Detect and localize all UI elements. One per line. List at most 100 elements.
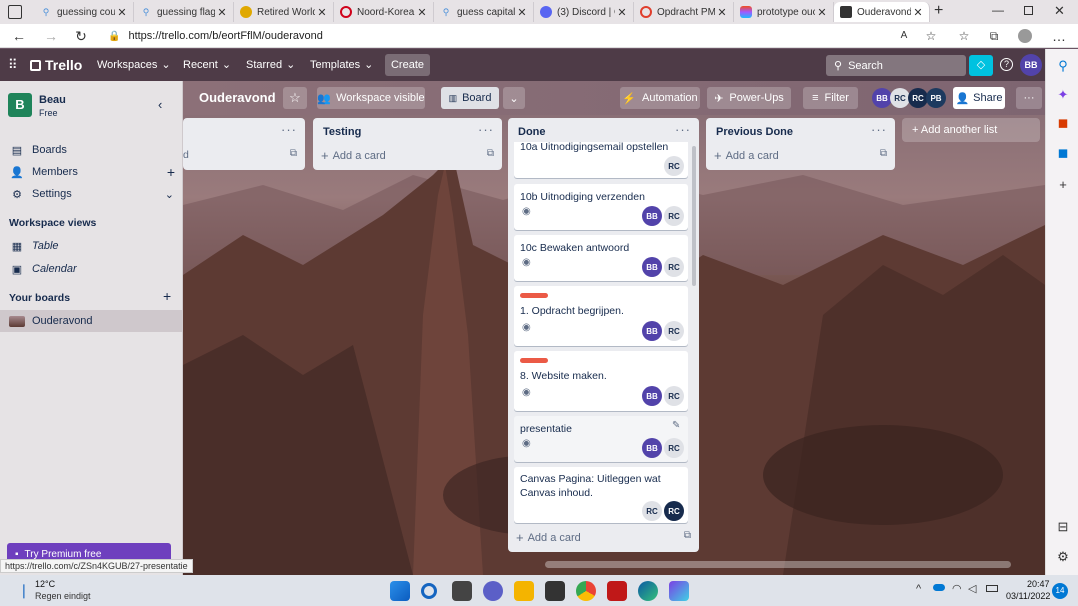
favorite-icon[interactable]: ☆ [922, 27, 940, 45]
store-icon[interactable] [545, 581, 565, 601]
trello-logo[interactable]: Trello [30, 56, 82, 74]
office-icon[interactable]: ◼ [1055, 115, 1071, 131]
close-window-icon[interactable]: ✕ [1054, 3, 1065, 19]
restore-icon[interactable] [1024, 6, 1033, 15]
forward-icon[interactable]: → [42, 27, 60, 45]
new-tab-icon[interactable]: + [934, 2, 943, 20]
weather-temp[interactable]: 12°C [35, 579, 55, 589]
star-button[interactable]: ☆ [283, 87, 307, 109]
taskview-icon[interactable] [452, 581, 472, 601]
board-horizontal-scrollbar[interactable] [545, 561, 1011, 568]
board-title[interactable]: Ouderavond [199, 90, 276, 105]
chrome-icon[interactable] [576, 581, 596, 601]
url-field[interactable]: 🔒 https://trello.com/b/eortFflM/ouderavo… [108, 26, 938, 46]
board-view-button[interactable]: ▥ Board [441, 87, 499, 109]
browser-tab[interactable]: prototype ouc ✕ [734, 2, 834, 22]
list-scrollbar[interactable] [692, 146, 696, 286]
chat-icon[interactable] [483, 581, 503, 601]
mcafee-icon[interactable] [607, 581, 627, 601]
battery-icon[interactable] [986, 585, 998, 592]
more-icon[interactable]: … [1050, 27, 1068, 45]
refresh-icon[interactable]: ↻ [72, 27, 90, 45]
add-card-button[interactable]: + Add a card [516, 530, 581, 545]
list-card-stub[interactable]: d [183, 149, 189, 161]
help-icon[interactable]: ? [1000, 58, 1013, 71]
sidebar-item-boards[interactable]: ▤ Boards [0, 139, 183, 161]
card-template-icon[interactable]: ⧉ [290, 148, 297, 159]
card[interactable]: 8. Website maken. ◉ BB RC [514, 351, 688, 411]
announcement-icon[interactable]: ◇ [969, 55, 993, 76]
add-card-button[interactable]: + Add a card [321, 148, 386, 163]
add-card-button[interactable]: + Add a card [714, 148, 779, 163]
close-tab-icon[interactable]: ✕ [415, 6, 429, 19]
share-button[interactable]: 👤 Share [953, 87, 1005, 109]
powerups-button[interactable]: ✈ Power-Ups [707, 87, 791, 109]
clock-date[interactable]: 03/11/2022 [1006, 591, 1050, 601]
weather-text[interactable]: Regen eindigt [35, 591, 91, 601]
browser-tab[interactable]: ⚲ guessing cou ✕ [34, 2, 134, 22]
outlook-icon[interactable]: ◼ [1055, 145, 1071, 161]
read-aloud-icon[interactable]: A [895, 27, 913, 45]
file-explorer-icon[interactable] [514, 581, 534, 601]
vpn-icon[interactable] [669, 581, 689, 601]
start-icon[interactable] [390, 581, 410, 601]
sidebar-board-ouderavond[interactable]: Ouderavond [0, 310, 183, 332]
list-title[interactable]: Testing [323, 126, 361, 138]
browser-tab[interactable]: ⚲ guess capitals ✕ [434, 2, 534, 22]
card-template-icon[interactable]: ⧉ [487, 148, 494, 159]
member-avatar[interactable]: PB [926, 88, 946, 108]
list-menu-icon[interactable]: ··· [478, 122, 494, 137]
board-menu-button[interactable]: ··· [1016, 87, 1042, 109]
sidebar-item-settings[interactable]: ⚙ Settings ⌄ [0, 183, 183, 205]
card[interactable]: Canvas Pagina: Uitleggen wat Canvas inho… [514, 467, 688, 523]
close-tab-icon[interactable]: ✕ [115, 6, 129, 19]
collections-icon[interactable]: ⧉ [985, 27, 1003, 45]
search-input[interactable]: ⚲ Search [826, 55, 966, 76]
browser-tab[interactable]: Opdracht PM ✕ [634, 2, 734, 22]
create-button[interactable]: Create [385, 54, 430, 76]
close-tab-icon[interactable]: ✕ [615, 6, 629, 19]
sidebar-toggle-icon[interactable]: ⊟ [1055, 519, 1071, 535]
close-tab-icon[interactable]: ✕ [815, 6, 829, 19]
copilot-icon[interactable]: ✦ [1055, 87, 1071, 103]
add-list-button[interactable]: + Add another list [902, 118, 1040, 142]
onedrive-icon[interactable] [933, 584, 945, 591]
workspace-avatar[interactable]: B [8, 93, 32, 117]
list-title[interactable]: Done [518, 126, 546, 138]
back-icon[interactable]: ← [10, 27, 28, 45]
wifi-icon[interactable]: ◠ [952, 582, 962, 595]
add-board-icon[interactable]: + [163, 288, 171, 304]
member-avatar[interactable]: RC [908, 88, 928, 108]
volume-icon[interactable]: ◁ [968, 582, 976, 595]
sidebar-item-members[interactable]: 👤 Members + [0, 161, 183, 183]
search-taskbar-icon[interactable] [421, 583, 437, 599]
close-tab-icon[interactable]: ✕ [911, 6, 925, 19]
card[interactable]: 10b Uitnodiging verzenden ◉ BB RC [514, 184, 688, 230]
weather-icon[interactable]: ❘ [18, 582, 30, 599]
member-avatar[interactable]: BB [872, 88, 892, 108]
nav-templates[interactable]: Templates ⌄ [310, 56, 373, 74]
browser-tab-active[interactable]: Ouderavond |✕ [834, 2, 930, 22]
nav-starred[interactable]: Starred ⌄ [246, 56, 295, 74]
search-icon[interactable]: ⚲ [1055, 58, 1071, 74]
notification-badge[interactable]: 14 [1052, 583, 1068, 599]
member-avatar[interactable]: RC [890, 88, 910, 108]
list-title[interactable]: Previous Done [716, 126, 793, 138]
close-tab-icon[interactable]: ✕ [315, 6, 329, 19]
list-menu-icon[interactable]: ··· [871, 122, 887, 137]
close-tab-icon[interactable]: ✕ [215, 6, 229, 19]
tab-actions-icon[interactable] [8, 5, 22, 19]
card-template-icon[interactable]: ⧉ [684, 530, 691, 541]
list-menu-icon[interactable]: ··· [281, 122, 297, 137]
edit-card-icon[interactable]: ✎ [672, 420, 680, 431]
nav-recent[interactable]: Recent ⌄ [183, 56, 231, 74]
minimize-icon[interactable]: — [992, 3, 1004, 17]
sidebar-view-calendar[interactable]: ▣ Calendar [0, 258, 183, 280]
close-tab-icon[interactable]: ✕ [715, 6, 729, 19]
visibility-button[interactable]: 👥 Workspace visible [317, 87, 425, 109]
apps-icon[interactable]: ⠿ [8, 56, 18, 74]
tray-overflow-icon[interactable]: ^ [916, 583, 921, 595]
browser-tab[interactable]: ⚲ guessing flag ✕ [134, 2, 234, 22]
card-template-icon[interactable]: ⧉ [880, 148, 887, 159]
clock-time[interactable]: 20:47 [1027, 579, 1050, 589]
